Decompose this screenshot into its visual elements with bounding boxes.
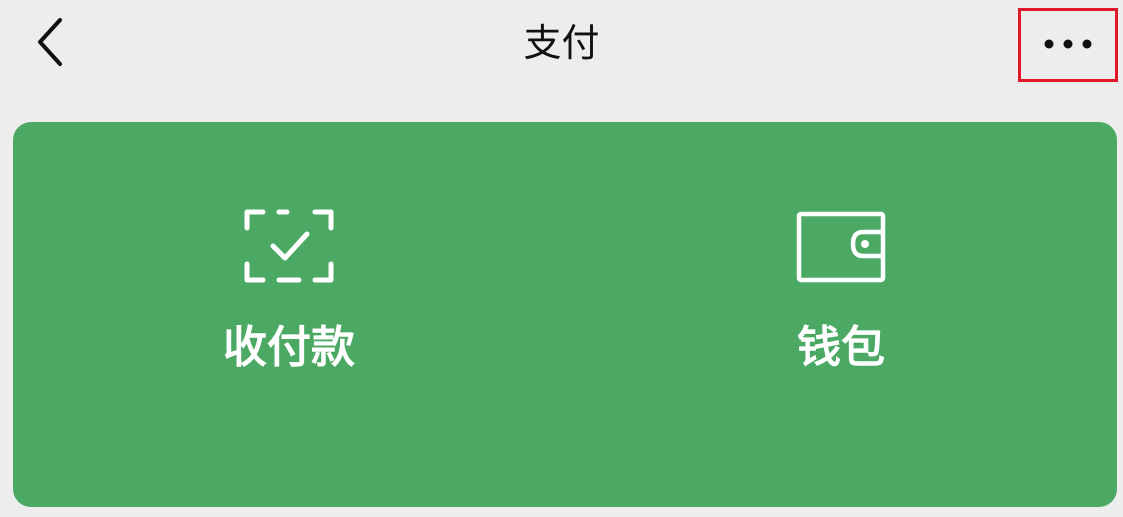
more-options-button[interactable] xyxy=(1018,8,1118,82)
scan-check-icon xyxy=(244,209,334,283)
wallet-label: 钱包 xyxy=(797,322,885,373)
page-title: 支付 xyxy=(523,21,600,65)
receive-pay-button[interactable]: 收付款 xyxy=(13,122,565,507)
payment-card: 收付款 钱包 xyxy=(13,122,1117,507)
scan-check-icon-wrap xyxy=(13,208,565,290)
wallet-button[interactable]: 钱包 xyxy=(565,122,1117,507)
wallet-icon-wrap xyxy=(565,208,1117,290)
more-horizontal-icon xyxy=(1044,39,1092,49)
top-nav-bar: 支付 xyxy=(0,0,1123,90)
wallet-icon xyxy=(796,211,886,283)
receive-pay-label: 收付款 xyxy=(223,322,355,373)
